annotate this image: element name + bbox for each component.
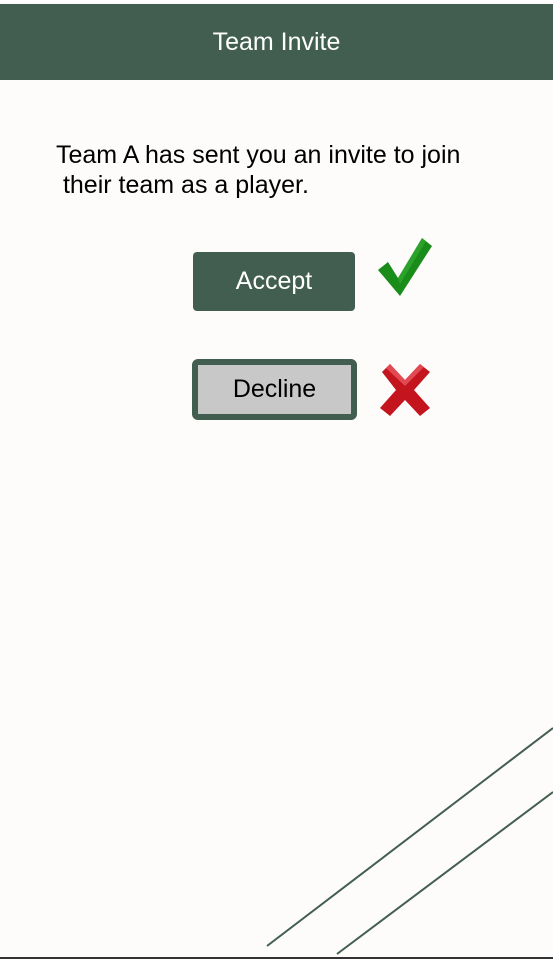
- decline-button[interactable]: Decline: [192, 359, 357, 420]
- invite-message: Team A has sent you an invite to join th…: [56, 141, 461, 199]
- x-icon: [380, 364, 430, 416]
- screen: Team Invite Team A has sent you an invit…: [0, 2, 553, 959]
- app-header: Team Invite: [0, 4, 553, 80]
- accept-button[interactable]: Accept: [193, 252, 355, 311]
- page-title: Team Invite: [212, 27, 341, 56]
- checkmark-icon: [378, 238, 432, 296]
